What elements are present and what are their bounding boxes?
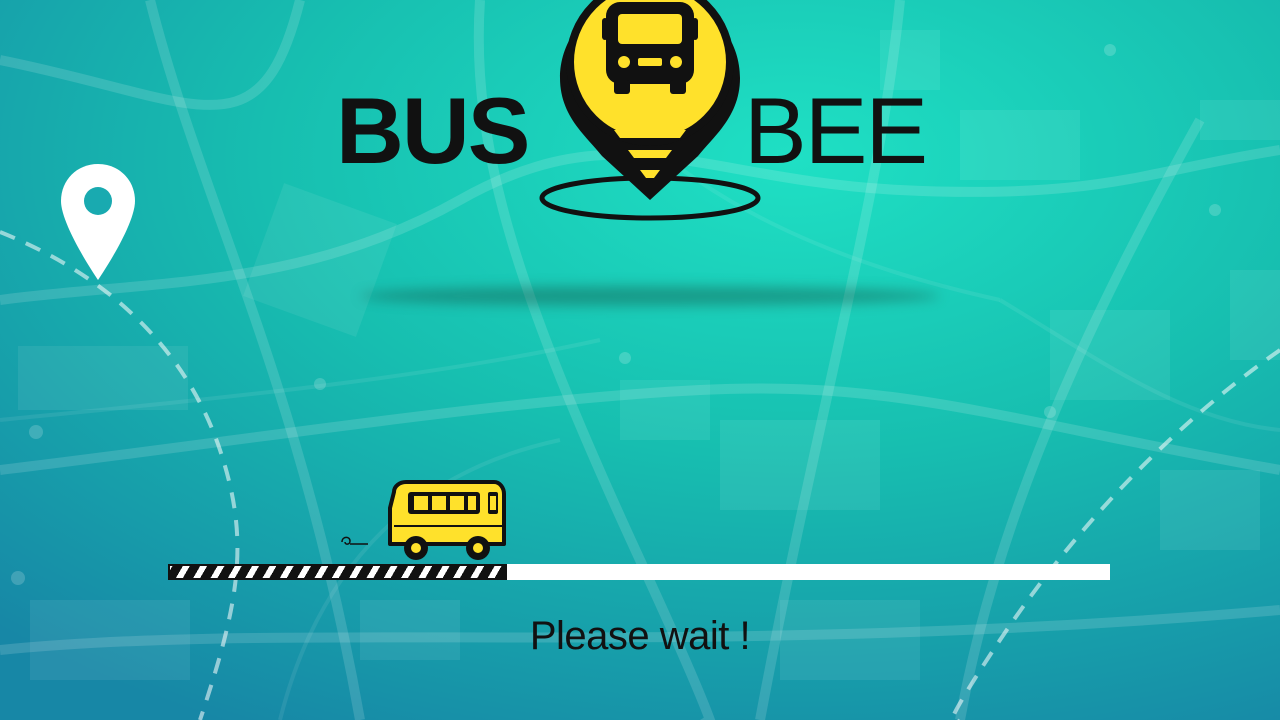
loading-status-text: Please wait ! (529, 614, 751, 658)
logo-text-bus: BUS (336, 78, 530, 183)
bus-location-pin-icon (539, 0, 761, 221)
loading-progress-bar (168, 564, 1110, 580)
logo-text-bee: BEE (744, 78, 928, 183)
logo-shadow (360, 286, 940, 306)
loading-progress-fill (168, 564, 508, 580)
bus-icon (341, 480, 506, 560)
map-pin-icon (61, 164, 135, 280)
